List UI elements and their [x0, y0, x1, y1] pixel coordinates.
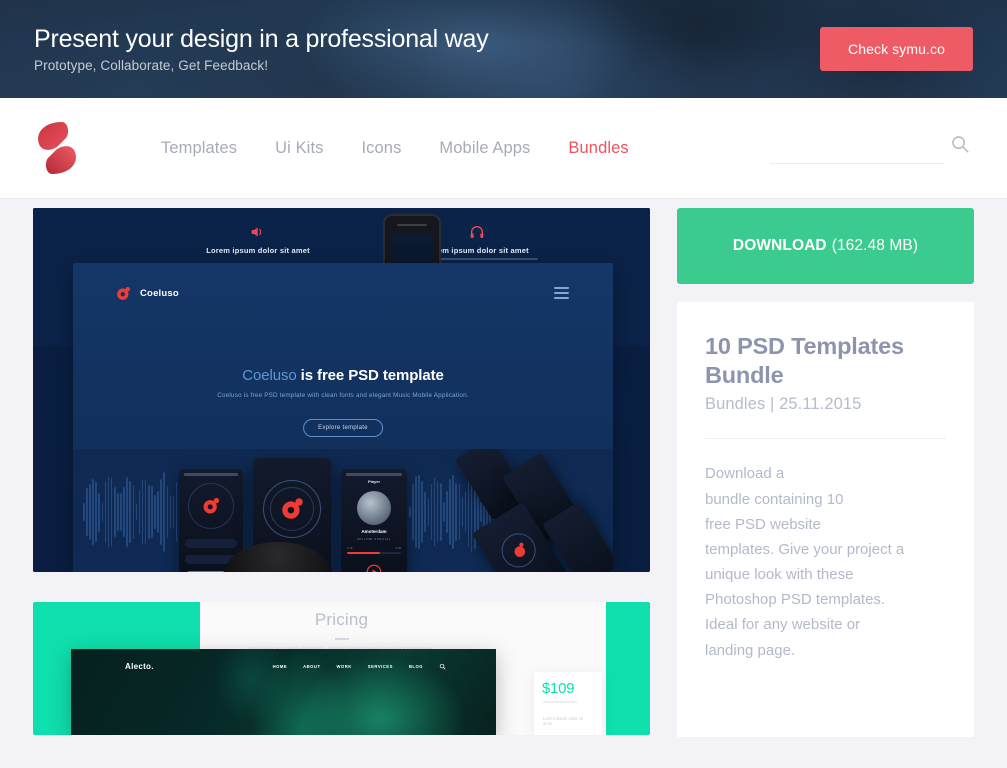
- preview-caption-left: Lorem ipsum dolor sit amet: [206, 246, 310, 255]
- template-headline: Coeluso is free PSD template: [73, 367, 613, 384]
- pricing-section-title: Pricing: [314, 610, 369, 629]
- check-symu-button[interactable]: Check symu.co: [820, 27, 973, 71]
- player-title: Player: [367, 479, 380, 484]
- search-area: [770, 132, 975, 164]
- preview-image-coeluso[interactable]: Lorem ipsum dolor sit amet Lorem ipsum d…: [33, 208, 650, 572]
- divider: [705, 438, 946, 440]
- alecto-nav-blog: BLOG: [408, 664, 423, 669]
- detail-sidebar: DOWNLOAD (162.48 MB) 10 PSD Templates Bu…: [677, 208, 974, 737]
- alecto-hero-window: Alecto. HOME ABOUT WORK SERVICES BLOG: [71, 649, 496, 735]
- price-value: $109: [542, 680, 575, 697]
- nav-item-bundles[interactable]: Bundles: [549, 133, 647, 164]
- template-headline-rest: is free PSD template: [296, 367, 444, 384]
- alecto-nav-services: SERVICES: [367, 664, 393, 669]
- alecto-nav-work: WORK: [336, 664, 352, 669]
- download-button[interactable]: DOWNLOAD (162.48 MB): [677, 208, 974, 284]
- nav-item-templates[interactable]: Templates: [142, 133, 256, 164]
- track-title: Amsterdam: [361, 529, 387, 534]
- template-cta-button: Explore template: [303, 419, 383, 437]
- coeluso-logo-icon: [203, 497, 220, 514]
- bundle-info-card: 10 PSD Templates Bundle Bundles | 25.11.…: [677, 302, 974, 737]
- bundle-title: 10 PSD Templates Bundle: [705, 333, 904, 388]
- coeluso-wordmark: Coeluso: [140, 288, 179, 299]
- nav-item-ui-kits[interactable]: Ui Kits: [256, 133, 342, 164]
- promo-title: Present your design in a professional wa…: [34, 24, 489, 53]
- search-input[interactable]: [770, 132, 945, 164]
- promo-banner: Present your design in a professional wa…: [0, 0, 1007, 98]
- coeluso-logo-icon: [117, 286, 131, 300]
- price-note: Lorem ipsum dolor sit amet: [543, 716, 584, 726]
- symu-logo[interactable]: [32, 117, 82, 179]
- nav-item-mobile-apps[interactable]: Mobile Apps: [420, 133, 549, 164]
- search-icon: [439, 663, 446, 670]
- template-headline-brand: Coeluso: [242, 367, 297, 384]
- bundle-description: Download a bundle containing 10 free PSD…: [705, 465, 905, 659]
- promo-text-block: Present your design in a professional wa…: [34, 25, 489, 74]
- coeluso-logo-icon: [282, 498, 303, 519]
- search-icon[interactable]: [949, 133, 971, 155]
- preview-image-alecto[interactable]: Pricing Nam varius accumsan elementum. A…: [33, 602, 650, 735]
- phone-mockup-player: Player Amsterdam INCLINE SPECIAL 1:15 3:…: [341, 469, 407, 572]
- alecto-wordmark: Alecto.: [125, 662, 154, 671]
- play-button-icon: [366, 564, 382, 572]
- nav-item-icons[interactable]: Icons: [342, 133, 420, 164]
- track-time-end: 3:48: [395, 546, 401, 550]
- headphones-icon: [470, 226, 484, 238]
- template-hero-window: Coeluso Coeluso is free PSD template Coe…: [73, 263, 613, 572]
- bundle-meta: Bundles | 25.11.2015: [705, 395, 862, 414]
- main-navbar: Templates Ui Kits Icons Mobile Apps Bund…: [0, 98, 1007, 198]
- template-subheadline: Coeluso is free PSD template with clean …: [217, 392, 469, 399]
- speaker-icon: [251, 227, 261, 237]
- alecto-nav-home: HOME: [272, 664, 288, 669]
- alecto-nav: HOME ABOUT WORK SERVICES BLOG: [273, 663, 446, 670]
- track-subtitle: INCLINE SPECIAL: [356, 537, 392, 541]
- page-body: Lorem ipsum dolor sit amet Lorem ipsum d…: [0, 198, 1007, 768]
- track-time-start: 1:15: [347, 546, 353, 550]
- preview-column: Lorem ipsum dolor sit amet Lorem ipsum d…: [33, 208, 650, 735]
- pricing-card: $109 Lorem ipsum dolor sit amet: [534, 672, 602, 735]
- nav-links: Templates Ui Kits Icons Mobile Apps Bund…: [142, 133, 648, 164]
- download-label: DOWNLOAD: [732, 237, 827, 254]
- template-showcase-area: Sign in Coeluso MUSIC APP: [73, 449, 613, 572]
- alecto-nav-about: ABOUT: [303, 664, 321, 669]
- coeluso-brand: Coeluso: [115, 285, 179, 302]
- hamburger-menu-icon: [554, 287, 569, 302]
- waveform-left: [83, 469, 179, 555]
- download-size: (162.48 MB): [831, 237, 919, 254]
- promo-subtitle: Prototype, Collaborate, Get Feedback!: [34, 58, 269, 74]
